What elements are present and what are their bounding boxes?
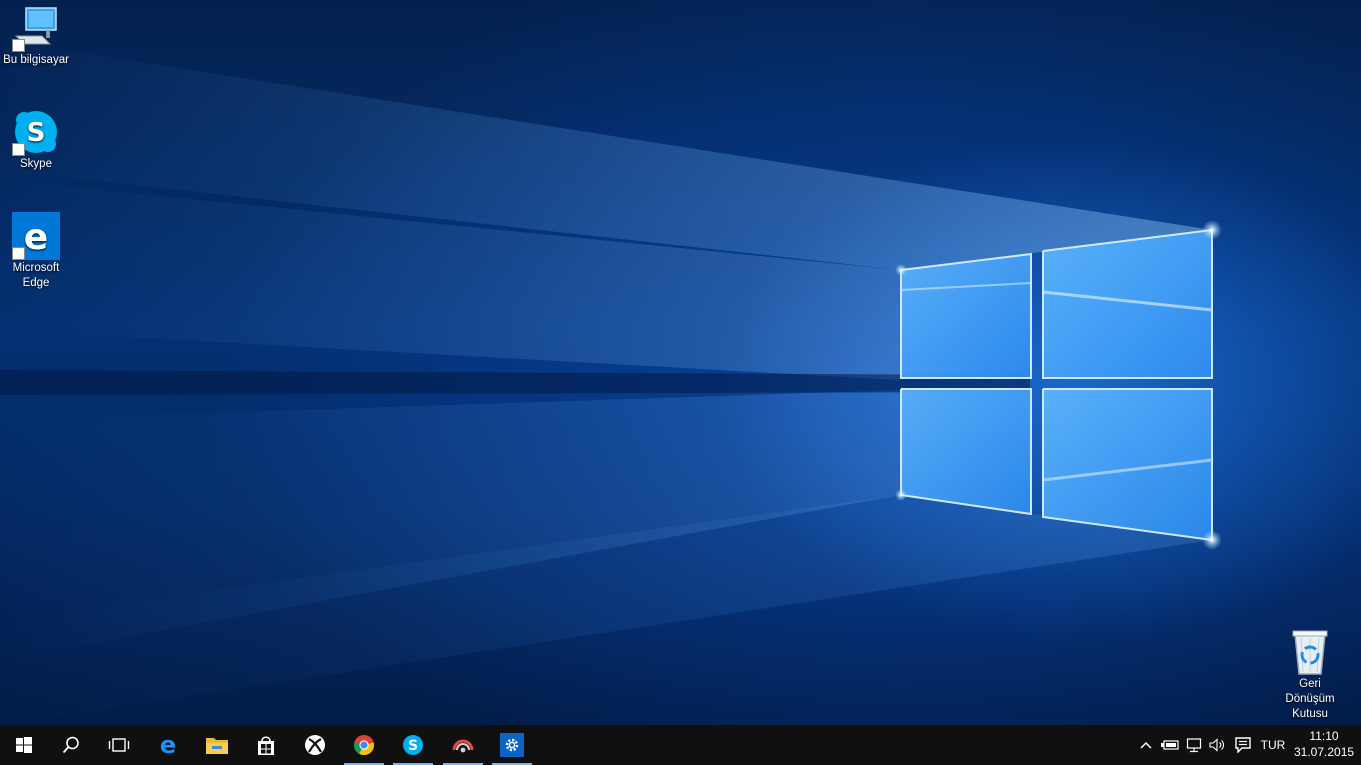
taskbar-xbox-button[interactable] bbox=[295, 725, 335, 765]
input-language-indicator[interactable]: TUR bbox=[1258, 725, 1288, 765]
store-icon bbox=[258, 736, 274, 755]
svg-text:e: e bbox=[24, 217, 48, 258]
shortcut-arrow-icon bbox=[12, 143, 25, 156]
show-hidden-icons-button[interactable] bbox=[1136, 725, 1156, 765]
taskbar: e S TUR 11:10 31.07.2015 bbox=[0, 725, 1361, 765]
svg-text:e: e bbox=[160, 734, 176, 756]
search-button[interactable] bbox=[48, 725, 94, 765]
desktop-icon-label: Microsoft Edge bbox=[12, 262, 60, 289]
shortcut-arrow-icon bbox=[12, 247, 25, 260]
clock-time: 11:10 bbox=[1309, 729, 1339, 743]
desktop[interactable]: Bu bilgisayar S Skype e Microsoft Edge G… bbox=[0, 0, 1361, 725]
skype-icon: S bbox=[403, 735, 423, 755]
clock-date: 31.07.2015 bbox=[1294, 745, 1355, 759]
volume-icon bbox=[1209, 738, 1224, 752]
network-button[interactable] bbox=[1183, 725, 1207, 765]
desktop-icon-recycle-bin[interactable]: Geri Dönüşüm Kutusu bbox=[1274, 628, 1346, 722]
skype-icon: S bbox=[12, 108, 60, 156]
start-button[interactable] bbox=[0, 725, 48, 765]
taskbar-file-explorer-button[interactable] bbox=[197, 725, 237, 765]
xbox-icon bbox=[305, 735, 325, 755]
desktop-icon-this-pc[interactable]: Bu bilgisayar bbox=[0, 4, 72, 68]
action-center-icon bbox=[1235, 737, 1251, 753]
desktop-icon-label: Skype bbox=[20, 158, 52, 170]
svg-text:S: S bbox=[27, 118, 46, 148]
computer-icon bbox=[12, 4, 60, 52]
taskbar-ring-app-button[interactable] bbox=[443, 725, 483, 765]
shortcut-arrow-icon bbox=[12, 39, 25, 52]
recycle-bin-icon bbox=[1286, 628, 1334, 676]
language-label: TUR bbox=[1260, 738, 1286, 752]
chrome-icon bbox=[353, 735, 375, 756]
battery-icon bbox=[1161, 740, 1179, 750]
ring-app-icon bbox=[452, 739, 474, 753]
clock[interactable]: 11:10 31.07.2015 bbox=[1294, 728, 1354, 760]
svg-text:S: S bbox=[408, 738, 418, 754]
edge-icon: e bbox=[160, 734, 176, 756]
taskbar-skype-button[interactable]: S bbox=[393, 725, 433, 765]
task-view-icon bbox=[108, 738, 130, 752]
taskbar-settings-button[interactable] bbox=[492, 725, 532, 765]
task-view-button[interactable] bbox=[96, 725, 142, 765]
desktop-icon-label: Bu bilgisayar bbox=[3, 54, 69, 66]
folder-icon bbox=[206, 738, 228, 754]
chevron-up-icon bbox=[1140, 741, 1152, 749]
taskbar-chrome-button[interactable] bbox=[344, 725, 384, 765]
gear-icon bbox=[500, 733, 524, 757]
desktop-icon-label: Geri Dönüşüm Kutusu bbox=[1285, 678, 1335, 720]
taskbar-store-button[interactable] bbox=[246, 725, 286, 765]
windows-logo-icon bbox=[16, 737, 32, 753]
edge-icon: e bbox=[12, 212, 60, 260]
taskbar-edge-button[interactable]: e bbox=[148, 725, 188, 765]
battery-button[interactable] bbox=[1158, 725, 1182, 765]
desktop-icon-skype[interactable]: S Skype bbox=[0, 108, 72, 172]
desktop-icon-edge[interactable]: e Microsoft Edge bbox=[0, 212, 72, 291]
network-icon bbox=[1186, 738, 1202, 753]
search-icon bbox=[62, 736, 79, 754]
wallpaper bbox=[0, 40, 1222, 725]
volume-button[interactable] bbox=[1207, 725, 1229, 765]
action-center-button[interactable] bbox=[1231, 725, 1255, 765]
